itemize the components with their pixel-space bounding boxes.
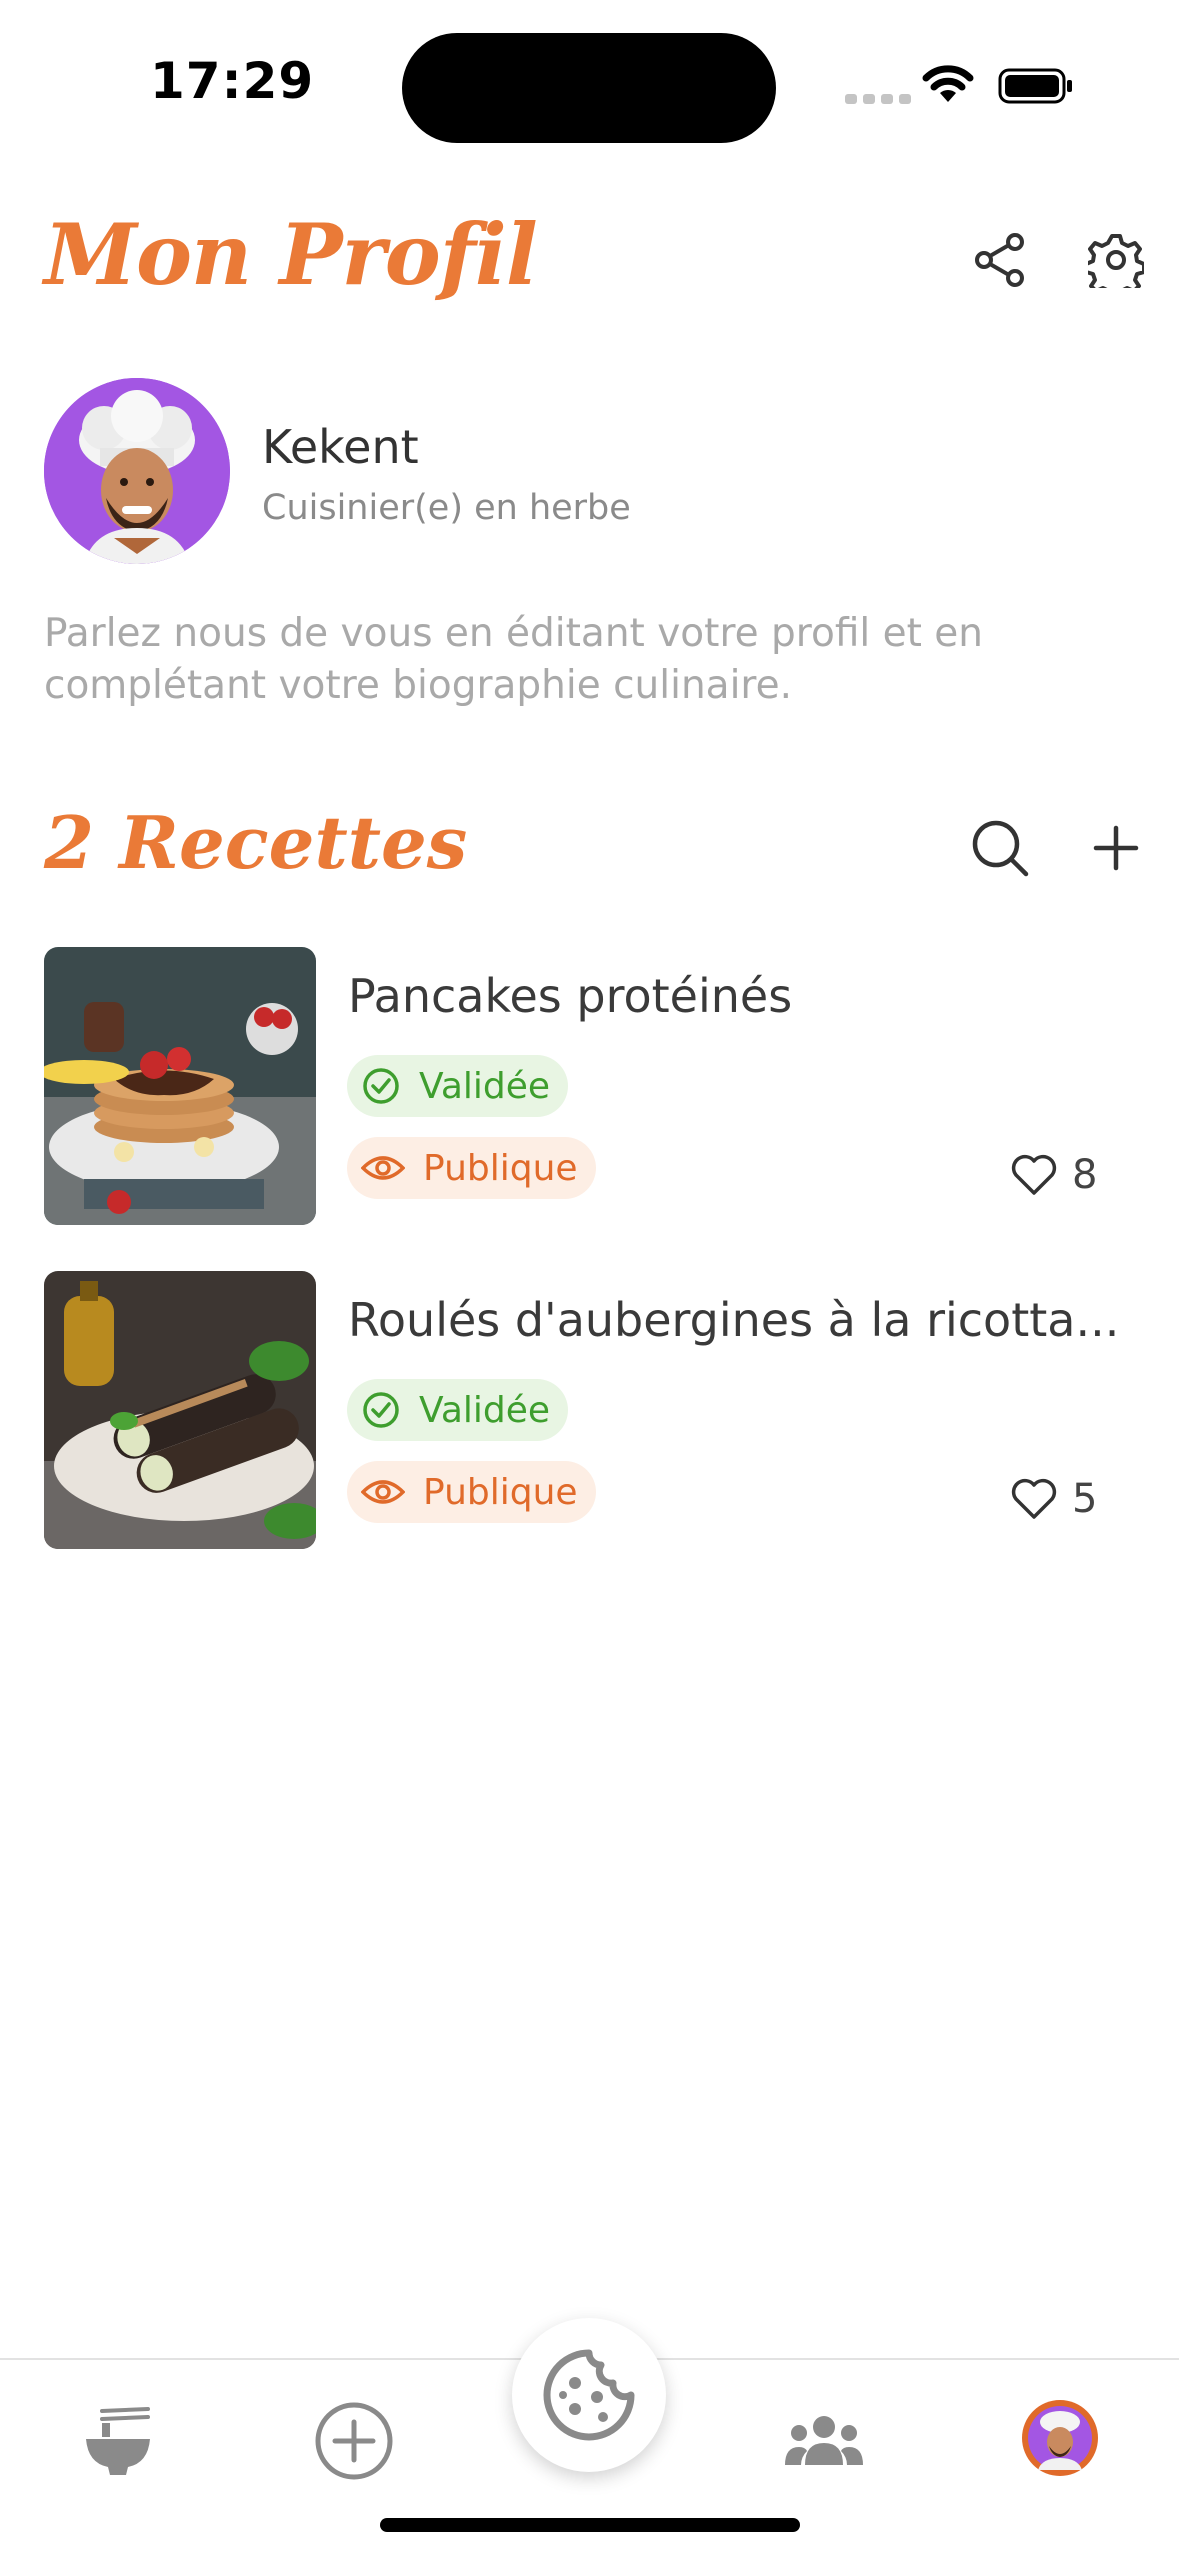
eye-icon [361, 1156, 405, 1180]
visibility-label: Publique [423, 1147, 578, 1189]
share-button[interactable] [968, 228, 1032, 292]
status-time: 17:29 [150, 52, 315, 110]
status-label: Validée [419, 1389, 551, 1431]
recipe-image-pancakes [44, 947, 316, 1225]
cellular-signal-icon [845, 94, 911, 104]
check-circle-icon [363, 1392, 399, 1428]
community-icon [785, 2416, 863, 2465]
bowl-icon [86, 2407, 150, 2475]
tab-cookie[interactable] [512, 2318, 666, 2472]
heart-icon [1011, 1478, 1057, 1519]
likes-count: 5 [1072, 1476, 1098, 1522]
likes-counter[interactable]: 8 [1010, 1152, 1097, 1198]
add-circle-icon [315, 2402, 393, 2480]
chef-avatar-illustration [44, 378, 230, 564]
profile-avatar [1028, 2406, 1092, 2470]
recipe-title: Pancakes protéinés [348, 969, 793, 1023]
status-badge: Validée [347, 1055, 569, 1117]
heart-icon [1011, 1154, 1057, 1195]
profile-role: Cuisinier(e) en herbe [262, 488, 631, 528]
likes-count: 8 [1072, 1152, 1098, 1198]
home-indicator [380, 2518, 800, 2532]
tab-add[interactable] [306, 2396, 402, 2486]
recipes-count-title: 2 Recettes [44, 800, 468, 885]
profile-name: Kekent [262, 420, 419, 474]
cookie-icon [543, 2349, 635, 2441]
dynamic-island [402, 33, 776, 143]
profile-bio: Parlez nous de vous en éditant votre pro… [44, 611, 984, 708]
battery-icon [998, 68, 1072, 104]
tab-profile[interactable] [1022, 2400, 1098, 2476]
wifi-icon [922, 65, 974, 102]
status-label: Validée [419, 1065, 551, 1107]
settings-button[interactable] [1084, 228, 1148, 292]
share-icon [975, 233, 1024, 287]
visibility-badge: Publique [347, 1461, 596, 1523]
add-recipe-button[interactable] [1080, 812, 1152, 884]
status-badge: Validée [347, 1379, 569, 1441]
tab-community[interactable] [776, 2396, 872, 2486]
likes-counter[interactable]: 5 [1010, 1476, 1097, 1522]
plus-icon [1093, 825, 1139, 871]
visibility-badge: Publique [347, 1137, 596, 1199]
eye-icon [361, 1480, 405, 1504]
tab-recipes[interactable] [70, 2396, 166, 2486]
gear-icon [1088, 234, 1144, 288]
recipe-image-aubergines [44, 1271, 316, 1549]
recipe-card[interactable]: Pancakes protéinés Validée Publique 8 [44, 947, 1134, 1229]
avatar[interactable] [44, 378, 230, 564]
page-title: Mon Profil [44, 205, 538, 304]
visibility-label: Publique [423, 1471, 578, 1513]
recipe-title: Roulés d'aubergines à la ricotta... [348, 1293, 1120, 1347]
search-button[interactable] [964, 812, 1036, 884]
check-circle-icon [363, 1068, 399, 1104]
search-icon [972, 820, 1029, 877]
recipe-card[interactable]: Roulés d'aubergines à la ricotta... Vali… [44, 1271, 1134, 1553]
